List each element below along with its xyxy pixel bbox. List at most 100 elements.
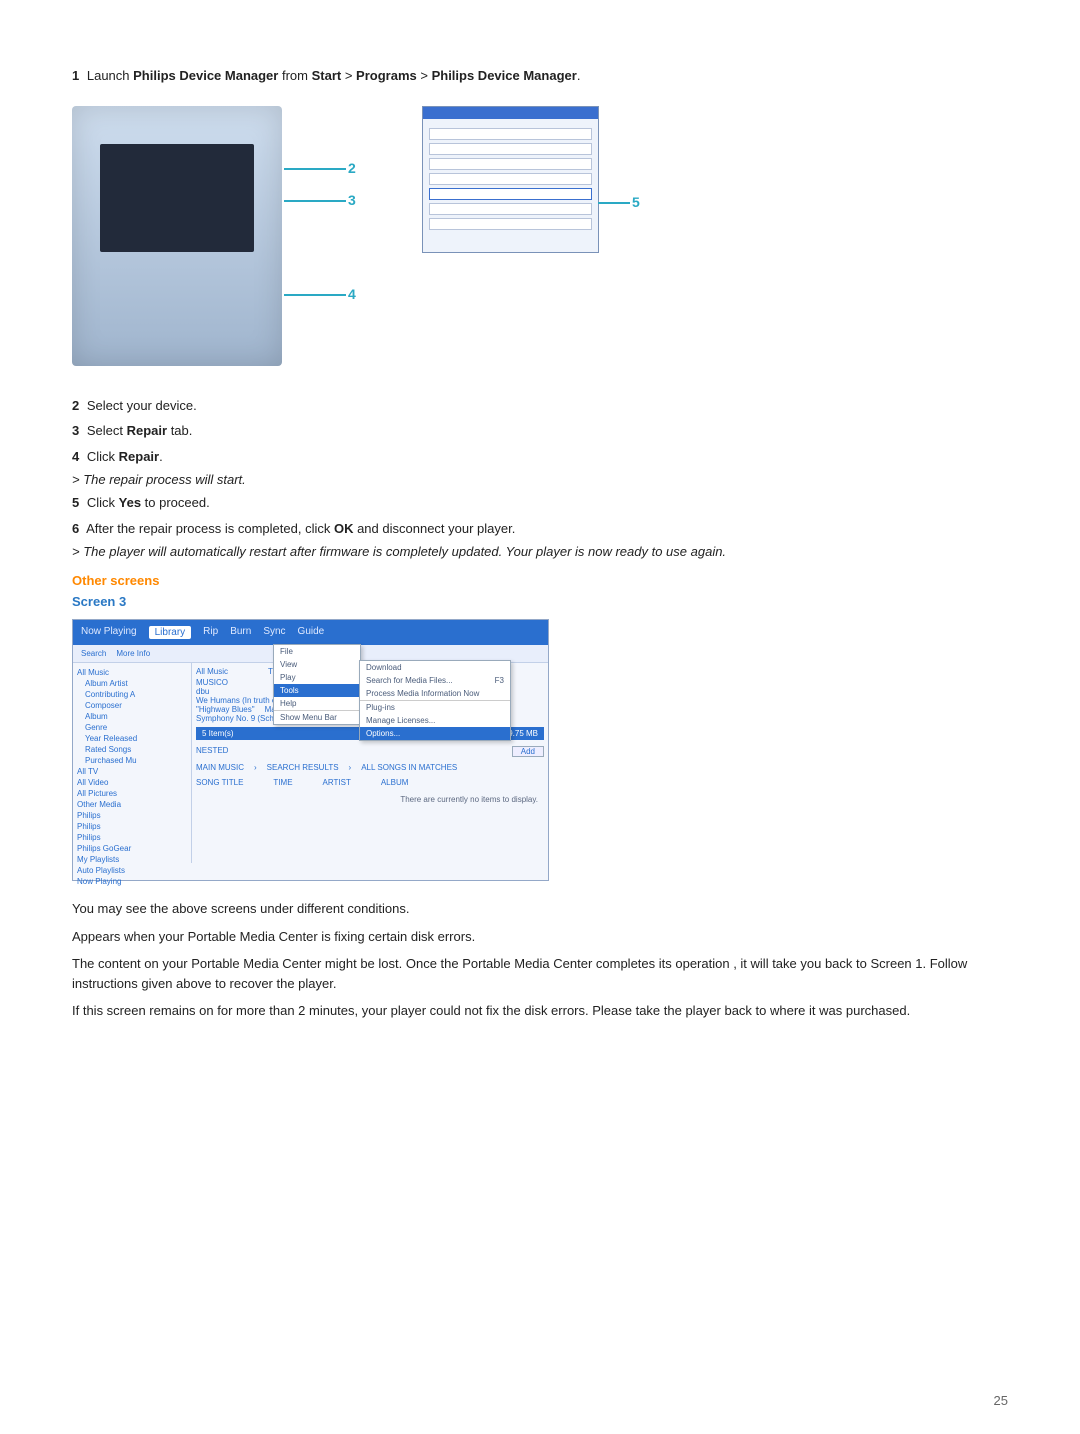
wmp-tree: All Music Album Artist Contributing A Co…: [73, 663, 192, 863]
tree-item: All Music: [77, 667, 187, 678]
tree-item: My Playlists: [77, 854, 187, 865]
step-4: 4 Click Repair.: [72, 447, 1008, 467]
other-screens-heading: Other screens: [72, 573, 1008, 588]
dialog-body: [423, 119, 598, 239]
step-text: Click: [87, 495, 119, 510]
track-count: 5 Item(s): [202, 729, 234, 738]
song-title: dbu: [196, 687, 209, 696]
submenu-item: Process Media Information Now: [360, 687, 510, 700]
menu-item-tools: Tools: [274, 684, 360, 697]
wmp-tabs: Now Playing Library Rip Burn Sync Guide: [73, 620, 548, 645]
dialog-titlebar: [423, 107, 598, 119]
col-header: TIME: [273, 778, 292, 787]
step-text: >: [417, 68, 432, 83]
step-num: 5: [72, 495, 79, 510]
note-repair-start: > The repair process will start.: [72, 472, 1008, 487]
col-header: SONG TITLE: [196, 778, 243, 787]
step-text: After the repair process is completed, c…: [86, 521, 334, 536]
tree-item: All TV: [77, 766, 187, 777]
song-title: MUSICO: [196, 678, 228, 687]
toolbar-moreinfo: More Info: [116, 649, 150, 658]
para-4: If this screen remains on for more than …: [72, 1001, 1008, 1021]
tab-library: Library: [149, 626, 192, 639]
step-text: Click: [87, 449, 119, 464]
tree-item: All Pictures: [77, 788, 187, 799]
tree-item: Contributing A: [77, 689, 187, 700]
menu-item: Play: [274, 671, 360, 684]
device-figure: 2 3 4: [72, 106, 352, 366]
step-text: Select: [87, 423, 127, 438]
step-1: 1 Launch Philips Device Manager from Sta…: [72, 66, 1008, 86]
submenu-item: Search for Media Files... F3: [360, 674, 510, 687]
device-screen: [100, 144, 254, 252]
breadcrumb: SEARCH RESULTS: [267, 763, 339, 772]
tab-rip: Rip: [203, 626, 218, 639]
tree-item: Rated Songs: [77, 744, 187, 755]
step-text: Select your device.: [87, 398, 197, 413]
submenu-item: Plug-ins: [360, 700, 510, 714]
note-restart: > The player will automatically restart …: [72, 544, 1008, 559]
submenu-item: Manage Licenses...: [360, 714, 510, 727]
tree-item: Album: [77, 711, 187, 722]
para-1: You may see the above screens under diff…: [72, 899, 1008, 919]
menu-item: Help: [274, 697, 360, 710]
tree-item: All Video: [77, 777, 187, 788]
bold: Philips Device Manager: [432, 68, 577, 83]
menu-item: File: [274, 645, 360, 658]
submenu-item-options: Options...: [360, 727, 510, 740]
tab-burn: Burn: [230, 626, 251, 639]
device-body: [72, 106, 282, 366]
tree-item: Other Media: [77, 799, 187, 810]
wmp-submenu: Download Search for Media Files... F3 Pr…: [359, 660, 511, 741]
toolbar-search: Search: [81, 649, 106, 658]
tree-item: Purchased Mu: [77, 755, 187, 766]
step-num: 1: [72, 68, 79, 83]
bold: Repair: [127, 423, 167, 438]
leader-line-2: [284, 168, 346, 170]
tab-nowplaying: Now Playing: [81, 626, 137, 639]
wmp-screenshot: Now Playing Library Rip Burn Sync Guide …: [72, 619, 549, 881]
step-text: .: [159, 449, 163, 464]
nested-label: NESTED: [196, 746, 228, 755]
empty-message: There are currently no items to display.: [196, 789, 544, 810]
song-title: "Highway Blues": [196, 705, 255, 714]
leader-line-4: [284, 294, 346, 296]
tab-sync: Sync: [263, 626, 285, 639]
step-6: 6 After the repair process is completed,…: [72, 519, 1008, 539]
menu-item: View: [274, 658, 360, 671]
wmp-menu: File View Play Tools Help Show Menu Bar: [273, 644, 361, 725]
bold: Programs: [356, 68, 417, 83]
step-text: to proceed.: [141, 495, 210, 510]
callout-2: 2: [348, 160, 356, 176]
bold: Yes: [119, 495, 141, 510]
step-num: 3: [72, 423, 79, 438]
callout-4: 4: [348, 286, 356, 302]
col-header: ALBUM: [381, 778, 409, 787]
submenu-item: Download: [360, 661, 510, 674]
screen3-heading: Screen 3: [72, 594, 1008, 609]
bold: Repair: [119, 449, 159, 464]
step-text: and disconnect your player.: [353, 521, 515, 536]
para-2: Appears when your Portable Media Center …: [72, 927, 1008, 947]
bold: OK: [334, 521, 354, 536]
step-text: from: [278, 68, 311, 83]
col-header: ARTIST: [323, 778, 351, 787]
step-num: 4: [72, 449, 79, 464]
tree-item: Composer: [77, 700, 187, 711]
tree-item: Auto Playlists: [77, 865, 187, 876]
add-button: Add: [512, 746, 544, 757]
menu-item: Show Menu Bar: [274, 710, 360, 724]
submenu-label: Search for Media Files...: [366, 676, 453, 685]
callout-5: 5: [632, 194, 640, 210]
step-3: 3 Select Repair tab.: [72, 421, 1008, 441]
breadcrumb: MAIN MUSIC: [196, 763, 244, 772]
figure-row: 2 3 4 5: [72, 106, 1008, 366]
tree-item: Philips: [77, 832, 187, 843]
lib-header: All Music: [196, 667, 228, 676]
step-text: tab.: [167, 423, 192, 438]
tree-item: Philips: [77, 810, 187, 821]
bold: Start: [312, 68, 342, 83]
page-number: 25: [994, 1393, 1008, 1408]
step-text: .: [577, 68, 581, 83]
submenu-shortcut: F3: [495, 676, 504, 685]
